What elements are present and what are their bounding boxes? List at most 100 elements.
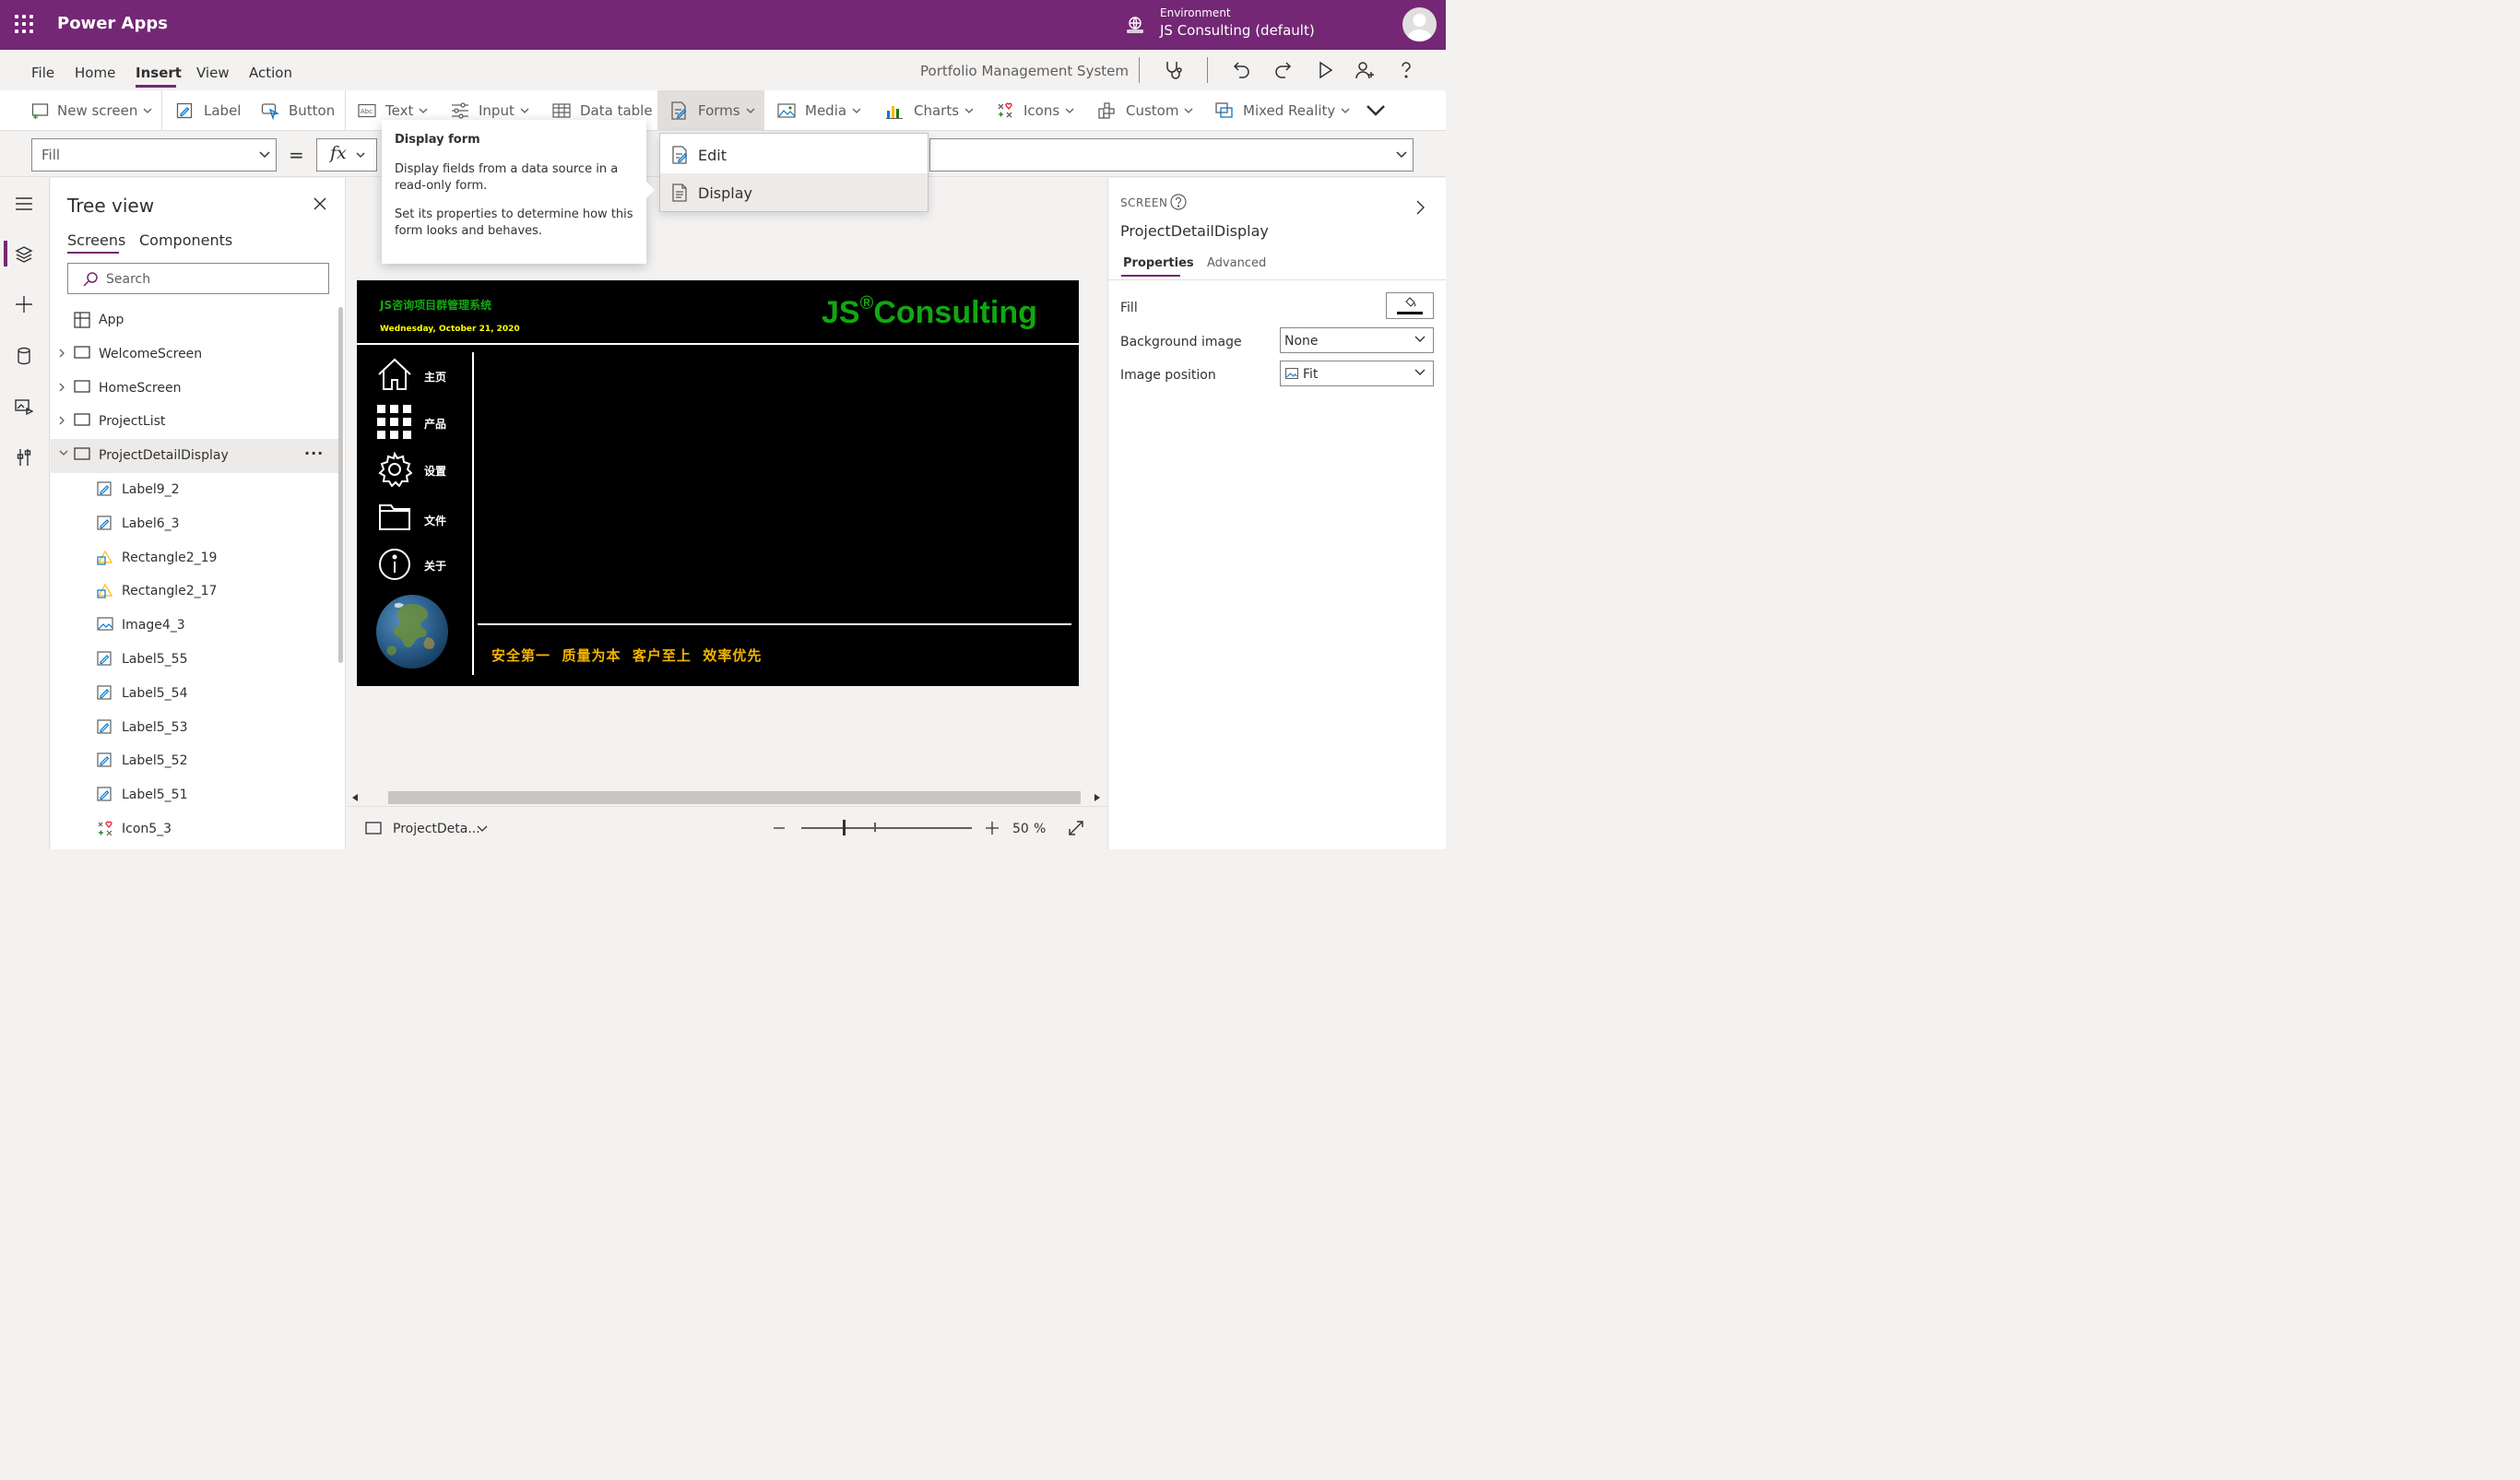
tree-item-icon5-3[interactable]: Icon5_3: [51, 812, 338, 847]
zoom-out-icon[interactable]: [774, 827, 785, 829]
forms-dropdown-label: Forms: [698, 102, 740, 119]
advanced-tools-icon[interactable]: [15, 447, 33, 468]
ribbon-more-button[interactable]: [1366, 90, 1386, 131]
tree-item-label9-2[interactable]: Label9_2: [51, 473, 338, 507]
properties-panel: SCREEN ProjectDetailDisplay Properties A…: [1107, 178, 1446, 849]
tree-item-rectangle2-19[interactable]: Rectangle2_19: [51, 541, 338, 575]
menu-tab-insert[interactable]: Insert: [136, 65, 182, 81]
zoom-slider-thumb[interactable]: [843, 820, 846, 835]
custom-dropdown[interactable]: Custom: [1098, 90, 1193, 131]
fit-to-window-icon[interactable]: [1068, 820, 1084, 836]
background-image-select[interactable]: None: [1280, 327, 1434, 353]
menu-tab-action[interactable]: Action: [249, 65, 292, 81]
app-screen-preview[interactable]: JS咨询项目群管理系统 Wednesday, October 21, 2020 …: [357, 280, 1079, 686]
fill-color-picker[interactable]: [1386, 292, 1434, 319]
play-icon[interactable]: [1314, 59, 1336, 81]
media-dropdown[interactable]: Media: [777, 90, 861, 131]
hamburger-icon[interactable]: [15, 196, 33, 211]
icons-dropdown[interactable]: Icons: [996, 90, 1074, 131]
tree-item-label: Label5_53: [122, 719, 188, 735]
mixed-reality-dropdown[interactable]: Mixed Reality: [1215, 90, 1350, 131]
more-options-icon[interactable]: ···: [304, 444, 324, 462]
header-divider[interactable]: [357, 343, 1079, 345]
forms-menu-item-edit[interactable]: Edit: [660, 136, 928, 173]
tree-item-label5-53[interactable]: Label5_53: [51, 711, 338, 745]
chevron-right-icon[interactable]: [1415, 200, 1425, 215]
date-label[interactable]: Wednesday, October 21, 2020: [380, 325, 520, 334]
tree-item-homescreen[interactable]: HomeScreen: [51, 372, 338, 406]
tree-item-welcomescreen[interactable]: WelcomeScreen: [51, 337, 338, 372]
menu-tab-file[interactable]: File: [31, 65, 54, 81]
forms-menu-item-display[interactable]: Display: [660, 173, 928, 211]
media-icon[interactable]: [15, 397, 33, 416]
tree-item-label: Icon5_3: [122, 822, 172, 836]
sidebar-divider[interactable]: [472, 352, 474, 675]
chevron-right-icon[interactable]: [59, 349, 65, 358]
nav-label: 主页: [424, 371, 447, 384]
app-title[interactable]: Power Apps: [57, 14, 168, 33]
tree-item-label5-51[interactable]: Label5_51: [51, 778, 338, 812]
tree-item-projectdetaildisplay[interactable]: ProjectDetailDisplay ···: [51, 439, 338, 474]
app-checker-icon[interactable]: [1163, 59, 1185, 81]
globe-image[interactable]: [376, 595, 448, 669]
chevron-right-icon[interactable]: [59, 383, 65, 392]
selection-name[interactable]: ProjectDetailDisplay: [1120, 222, 1269, 240]
tree-item-label5-54[interactable]: Label5_54: [51, 677, 338, 711]
zoom-in-icon[interactable]: [986, 822, 999, 835]
redo-icon[interactable]: [1272, 59, 1294, 81]
undo-icon[interactable]: [1231, 59, 1253, 81]
environment-name[interactable]: JS Consulting (default): [1160, 22, 1315, 39]
current-screen-name[interactable]: ProjectDeta...: [393, 822, 480, 836]
tab-components[interactable]: Components: [139, 231, 232, 249]
fx-button[interactable]: fx: [316, 138, 377, 172]
chevron-right-icon[interactable]: [59, 416, 65, 425]
tree-item-label5-55[interactable]: Label5_55: [51, 643, 338, 677]
system-name-label[interactable]: JS咨询项目群管理系统: [380, 297, 491, 313]
insert-icon[interactable]: [15, 295, 33, 314]
menu-tab-view[interactable]: View: [196, 65, 230, 81]
close-icon[interactable]: [313, 196, 327, 211]
tree-item-projectlist[interactable]: ProjectList: [51, 405, 338, 439]
app-launcher-icon[interactable]: [15, 15, 33, 33]
tree-scrollbar[interactable]: [338, 307, 343, 663]
zoom-slider[interactable]: [801, 827, 972, 829]
chevron-down-icon[interactable]: [1396, 151, 1407, 159]
button-button[interactable]: Button: [261, 90, 335, 131]
property-select[interactable]: Fill: [31, 138, 277, 172]
tree-view-icon[interactable]: [15, 245, 33, 264]
tab-screens[interactable]: Screens: [67, 231, 125, 249]
label-button-label: Label: [204, 102, 242, 119]
formula-input[interactable]: [929, 138, 1414, 172]
tab-advanced[interactable]: Advanced: [1207, 256, 1266, 270]
forms-dropdown[interactable]: Forms: [657, 90, 764, 131]
tree-item-image4-3[interactable]: Image4_3: [51, 609, 338, 643]
tree-item-rectangle2-17[interactable]: Rectangle2_17: [51, 574, 338, 609]
environment-icon[interactable]: [1125, 15, 1145, 35]
tab-properties[interactable]: Properties: [1123, 256, 1194, 270]
help-icon[interactable]: [1170, 194, 1187, 210]
label-icon: [97, 685, 112, 700]
scroll-left-icon[interactable]: [352, 794, 358, 801]
company-logo[interactable]: JS®Consulting: [822, 293, 1037, 331]
canvas-horizontal-scrollbar[interactable]: [347, 789, 1107, 806]
help-icon[interactable]: [1395, 59, 1417, 81]
tree-item-label6-3[interactable]: Label6_3: [51, 507, 338, 541]
data-icon[interactable]: [15, 347, 33, 365]
chevron-down-icon[interactable]: [59, 450, 68, 456]
search-input[interactable]: Search: [67, 263, 329, 294]
tree-item-app[interactable]: App: [51, 303, 338, 337]
slogan-label[interactable]: 安全第一 质量为本 客户至上 效率优先: [491, 645, 762, 665]
tree-item-label5-52[interactable]: Label5_52: [51, 744, 338, 778]
charts-dropdown[interactable]: Charts: [886, 90, 974, 131]
share-user-icon[interactable]: [1354, 59, 1376, 81]
scroll-thumb[interactable]: [388, 791, 1081, 804]
label-button[interactable]: Label: [176, 90, 241, 131]
footer-divider[interactable]: [478, 623, 1071, 625]
chevron-down-icon[interactable]: [477, 825, 488, 833]
image-position-select[interactable]: Fit: [1280, 361, 1434, 386]
avatar[interactable]: [1402, 7, 1437, 41]
new-screen-button[interactable]: New screen: [31, 90, 152, 131]
chevron-down-icon: [1414, 369, 1426, 375]
scroll-right-icon[interactable]: [1094, 794, 1100, 801]
menu-tab-home[interactable]: Home: [75, 65, 115, 81]
